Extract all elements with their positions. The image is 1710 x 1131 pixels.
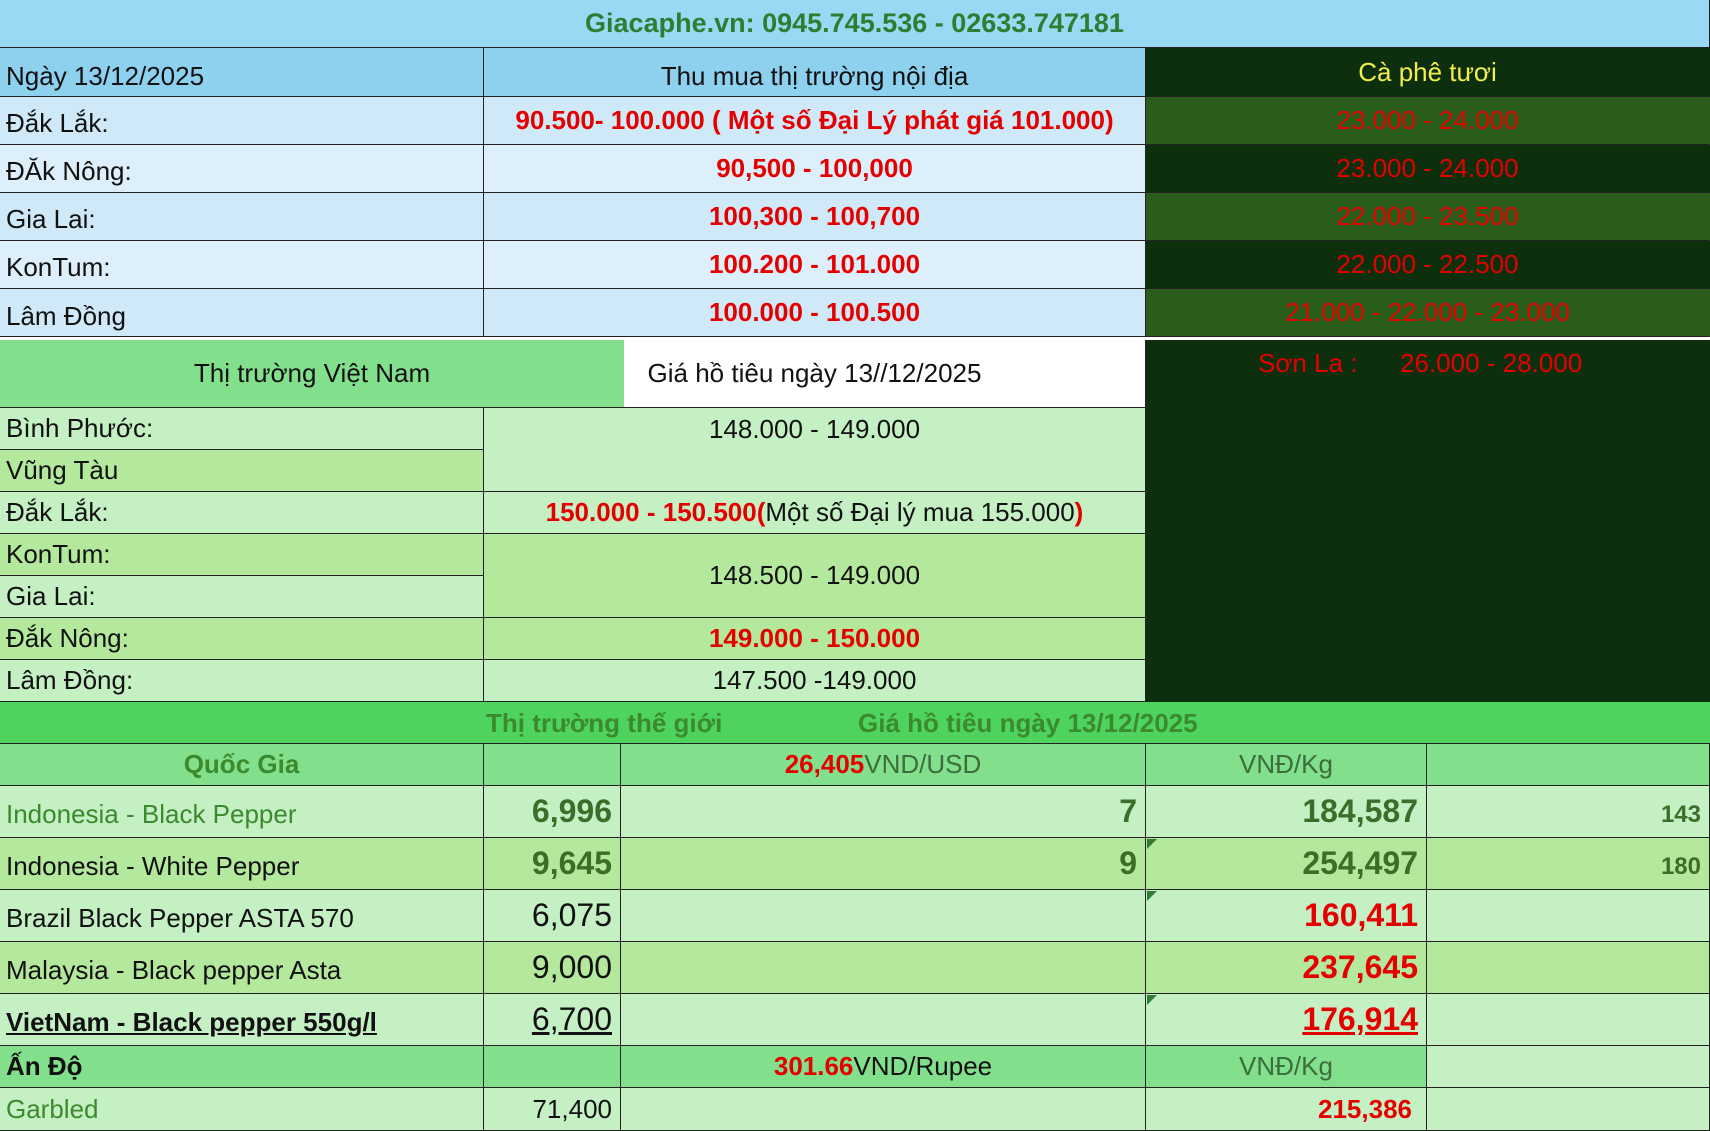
sonla-panel: Sơn La : 26.000 - 28.000 [1146, 340, 1710, 702]
india-label: Ấn Độ [0, 1046, 484, 1088]
fresh-coffee-price: 23.000 - 24.000 [1146, 145, 1710, 193]
fresh-coffee-price: 23.000 - 24.000 [1146, 97, 1710, 145]
world-price-date-title: Giá hồ tiêu ngày 13/12/2025 [858, 708, 1198, 738]
pepper-vn-price: 148.500 - 149.000 [484, 534, 1146, 618]
comment-marker-icon [1147, 995, 1157, 1005]
fresh-coffee-price: 22.000 - 22.500 [1146, 241, 1710, 289]
world-vnd-price: 176,914 [1146, 994, 1427, 1046]
fx-rate-unit: VND/USD [864, 749, 982, 779]
vndkg-column-header: VNĐ/Kg [1146, 744, 1427, 786]
world-usd-price: 6,996 [484, 786, 621, 838]
sonla-price: 26.000 - 28.000 [1400, 348, 1583, 378]
sonla-label: Sơn La : [1258, 348, 1358, 378]
world-change: 9 [621, 838, 1146, 890]
garbled-label: Garbled [0, 1088, 484, 1131]
india-vndkg-header: VNĐ/Kg [1146, 1046, 1427, 1088]
fresh-coffee-price: 21.000 - 22.000 - 23.000 [1146, 289, 1710, 337]
world-change: 7 [621, 786, 1146, 838]
world-vnd-price: 254,497 [1146, 838, 1427, 890]
world-country: Indonesia - White Pepper [0, 838, 484, 890]
extra-column-header [1427, 744, 1710, 786]
inr-rate-unit: VND/Rupee [853, 1051, 993, 1081]
world-usd-price: 9,000 [484, 942, 621, 994]
pepper-vn-region: Lâm Đồng: [0, 660, 484, 702]
note-open-paren: ( [756, 497, 766, 527]
inr-rate-value: 301.66 [773, 1051, 854, 1081]
coffee-region: Gia Lai: [0, 193, 484, 241]
world-change [621, 994, 1146, 1046]
world-usd-price: 6,700 [484, 994, 621, 1046]
pepper-vn-region: Đắk Lắk: [0, 492, 484, 534]
note-close-paren: ) [1074, 497, 1084, 527]
world-extra-value [1427, 890, 1710, 942]
usd-column-header [484, 744, 621, 786]
coffee-price: 90,500 - 100,000 [484, 145, 1146, 193]
world-usd-price: 6,075 [484, 890, 621, 942]
pepper-vn-price: 147.500 -149.000 [484, 660, 1146, 702]
pepper-vn-price-header: Giá hồ tiêu ngày 13//12/2025 [484, 340, 1146, 408]
coffee-date-label: Ngày 13/12/2025 [0, 48, 484, 97]
pepper-vn-note: Một số Đại lý mua 155.000 [765, 497, 1075, 527]
world-extra-value [1427, 942, 1710, 994]
pepper-vn-region: Vũng Tàu [0, 450, 484, 492]
coffee-domestic-header: Thu mua thị trường nội địa [484, 48, 1146, 97]
pepper-vn-price: 148.000 - 149.000 [484, 408, 1146, 492]
garbled-inr-price: 71,400 [484, 1088, 621, 1131]
garbled-empty-cell [621, 1088, 1146, 1131]
world-country: Malaysia - Black pepper Asta [0, 942, 484, 994]
pepper-vn-region: KonTum: [0, 534, 484, 576]
world-change [621, 890, 1146, 942]
coffee-region: Đắk Lắk: [0, 97, 484, 145]
pepper-vn-region: Bình Phước: [0, 408, 484, 450]
coffee-region: Lâm Đồng [0, 289, 484, 337]
brand-name: Giacaphe.vn [585, 8, 746, 38]
pepper-vn-region: Gia Lai: [0, 576, 484, 618]
country-column-header: Quốc Gia [0, 744, 484, 786]
world-title-bar: Thị trường thế giới Giá hồ tiêu ngày 13/… [0, 702, 1710, 744]
coffee-region: KonTum: [0, 241, 484, 289]
phone-numbers: : 0945.745.536 - 02633.747181 [745, 8, 1124, 38]
coffee-price: 100.000 - 100.500 [484, 289, 1146, 337]
world-country: Indonesia - Black Pepper [0, 786, 484, 838]
fx-rate-value: 26,405 [784, 749, 865, 779]
pepper-vn-price: 149.000 - 150.000 [484, 618, 1146, 660]
world-usd-price: 9,645 [484, 838, 621, 890]
pepper-vn-price-daklak: 150.000 - 150.500 ( Một số Đại lý mua 15… [484, 492, 1146, 534]
world-country: Brazil Black Pepper ASTA 570 [0, 890, 484, 942]
pepper-vn-price: 150.000 - 150.500 [545, 497, 757, 527]
coffee-price: 90.500- 100.000 ( Một số Đại Lý phát giá… [484, 97, 1146, 145]
world-vnd-price: 237,645 [1146, 942, 1427, 994]
comment-marker-icon [1147, 839, 1157, 849]
coffee-price: 100.200 - 101.000 [484, 241, 1146, 289]
coffee-region: ĐĂk Nông: [0, 145, 484, 193]
world-country: VietNam - Black pepper 550g/l [0, 994, 484, 1046]
comment-marker-icon [1147, 891, 1157, 901]
world-market-title: Thị trường thế giới [486, 708, 723, 738]
world-vnd-price: 160,411 [1146, 890, 1427, 942]
fresh-coffee-price: 22.000 - 23.500 [1146, 193, 1710, 241]
world-extra-value [1427, 994, 1710, 1046]
fresh-coffee-header: Cà phê tươi [1146, 48, 1710, 97]
world-vnd-price: 184,587 [1146, 786, 1427, 838]
fx-rate-header: 26,405 VND/USD [621, 744, 1146, 786]
header-banner: Giacaphe.vn : 0945.745.536 - 02633.74718… [0, 0, 1710, 48]
world-extra-value: 180 [1427, 838, 1710, 890]
price-sheet: Giacaphe.vn : 0945.745.536 - 02633.74718… [0, 0, 1710, 1131]
coffee-price: 100,300 - 100,700 [484, 193, 1146, 241]
india-extra-header [1427, 1046, 1710, 1088]
garbled-vnd-price: 215,386 [1146, 1088, 1427, 1131]
garbled-extra-cell [1427, 1088, 1710, 1131]
world-change [621, 942, 1146, 994]
world-extra-value: 143 [1427, 786, 1710, 838]
pepper-vn-region: Đắk Nông: [0, 618, 484, 660]
india-usd-header [484, 1046, 621, 1088]
inr-rate-header: 301.66 VND/Rupee [621, 1046, 1146, 1088]
